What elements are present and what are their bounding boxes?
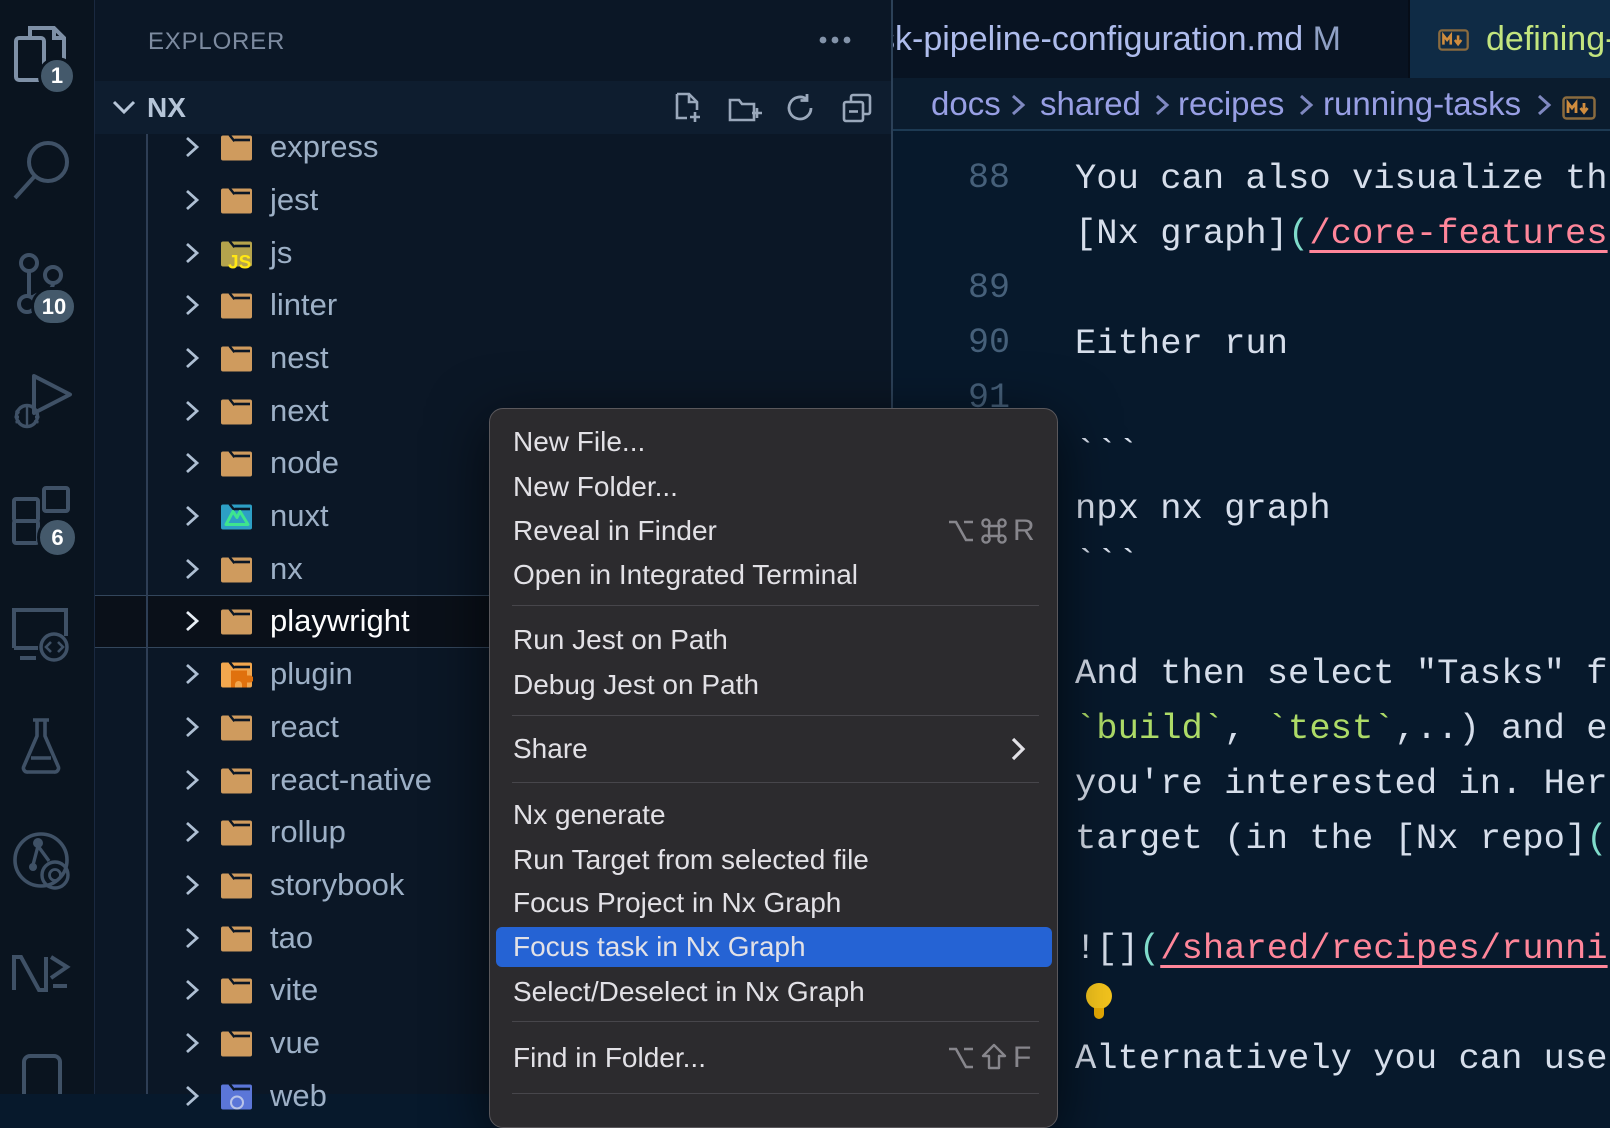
svg-text:JS: JS — [228, 252, 251, 268]
